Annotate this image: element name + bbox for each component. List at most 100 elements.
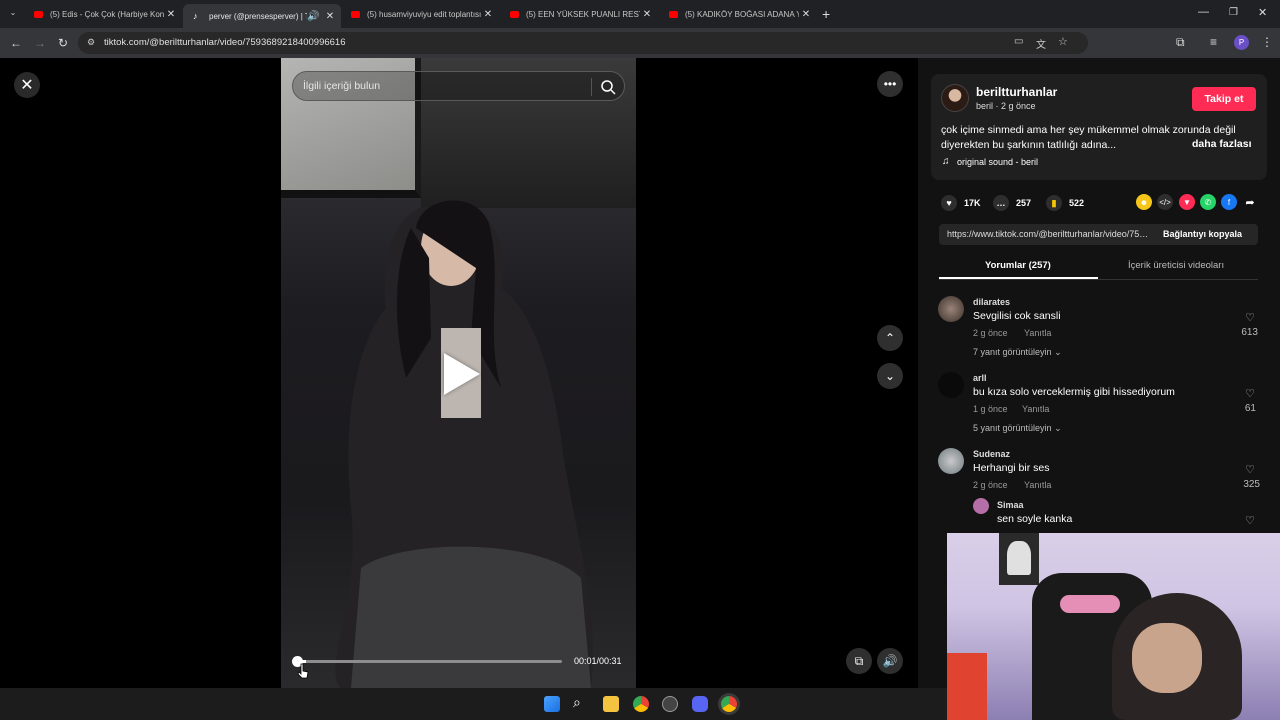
new-tab-button[interactable]: + [822, 6, 830, 22]
close-icon[interactable]: ✕ [799, 9, 813, 20]
bookmark-star-icon[interactable]: ☆ [1058, 35, 1068, 48]
windows-start-icon[interactable] [544, 696, 560, 712]
more-link[interactable]: daha fazlası [1192, 138, 1252, 150]
tab-title: (5) EEN YÜKSEK PUANLI RESTORAN [526, 9, 640, 19]
tab-search-icon[interactable]: ⌄ [6, 8, 20, 20]
creator-username[interactable]: beriltturhanlar [976, 85, 1057, 99]
tab-3[interactable]: (5) husamviyuviyu edit toplantısı ✕ [341, 4, 499, 24]
site-info-icon[interactable]: ⚙ [87, 37, 95, 48]
share-link-url[interactable]: https://www.tiktok.com/@beriltturhanlar/… [947, 229, 1151, 239]
comment-icon: … [993, 195, 1009, 211]
chrome-active-icon[interactable] [721, 696, 737, 712]
close-icon[interactable]: ✕ [640, 9, 654, 20]
like-stat[interactable]: ♥ 17K [941, 195, 981, 211]
extensions-icon[interactable]: ⧉ [1176, 35, 1185, 50]
chrome-icon[interactable] [633, 696, 649, 712]
streamer [1112, 593, 1242, 720]
back-icon[interactable]: ← [10, 36, 22, 50]
facebook-icon[interactable]: f [1221, 194, 1237, 210]
heart-icon[interactable]: ♡ [1238, 463, 1262, 476]
browser-tab-bar: ⌄ (5) Edis - Çok Çok (Harbiye Konseri) ✕… [0, 0, 1280, 28]
share-friends-icon[interactable]: ☻ [1136, 194, 1152, 210]
browser-toolbar: ← → ↻ ⚙ tiktok.com/@beriltturhanlar/vide… [0, 28, 1280, 58]
progress-bar[interactable] [298, 660, 562, 663]
tab-title: (5) husamviyuviyu edit toplantısı [367, 9, 481, 19]
tab-1[interactable]: (5) Edis - Çok Çok (Harbiye Konseri) ✕ [24, 4, 182, 24]
profile-avatar[interactable]: P [1234, 35, 1249, 50]
video-time: 00:01/00:31 [574, 656, 622, 666]
tab-creator-videos[interactable]: İçerik üreticisi videoları [1128, 260, 1224, 271]
view-replies-button[interactable]: 5 yanıt görüntüleyin ⌄ [973, 423, 1062, 434]
view-replies-button[interactable]: 7 yanıt görüntüleyin ⌄ [973, 347, 1062, 358]
comment-time: 2 g önce [973, 328, 1008, 338]
next-video-button[interactable]: ⌄ [877, 363, 903, 389]
discord-icon[interactable] [692, 696, 708, 712]
heart-icon: ♥ [941, 195, 957, 211]
heart-icon[interactable]: ♡ [1238, 311, 1262, 324]
comment-username[interactable]: dilarates [973, 297, 1010, 307]
window-close-button[interactable]: ✕ [1258, 6, 1267, 19]
follow-button[interactable]: Takip et [1192, 87, 1256, 111]
close-icon[interactable]: ✕ [481, 9, 495, 20]
avatar[interactable] [938, 296, 964, 322]
tab-title: (5) Edis - Çok Çok (Harbiye Konseri) [50, 9, 164, 19]
close-icon[interactable]: ✕ [164, 9, 178, 20]
reload-icon[interactable]: ↻ [58, 36, 68, 50]
video-search-box[interactable] [292, 71, 625, 101]
tab-comments[interactable]: Yorumlar (257) [985, 260, 1051, 271]
tab-5[interactable]: (5) KADIKÖY BOĞASI ADANA YİYOR ✕ [659, 4, 817, 24]
tab-4[interactable]: (5) EEN YÜKSEK PUANLI RESTORAN ✕ [500, 4, 658, 24]
file-explorer-icon[interactable] [603, 696, 619, 712]
reply-button[interactable]: Yanıtla [1024, 480, 1051, 490]
copy-link-button[interactable]: Bağlantıyı kopyala [1163, 229, 1242, 239]
comment-username[interactable]: Sudenaz [973, 449, 1010, 459]
avatar[interactable] [938, 448, 964, 474]
tab-2[interactable]: ♪ perver (@prensesperver) | TikTok 🔊 ✕ [183, 4, 341, 28]
repost-icon[interactable]: ▼ [1179, 194, 1195, 210]
close-video-button[interactable]: ✕ [14, 72, 40, 98]
comment-time: 1 g önce [973, 404, 1008, 414]
view-replies-label: 5 yanıt görüntüleyin [973, 423, 1052, 433]
menu-icon[interactable]: ⋮ [1261, 35, 1273, 49]
heart-icon[interactable]: ♡ [1238, 514, 1262, 527]
reply-button[interactable]: Yanıtla [1022, 404, 1049, 414]
search-icon[interactable]: ⌕ [573, 694, 581, 711]
comment-text: Herhangi bir ses [973, 462, 1050, 474]
sound-link[interactable]: original sound - beril [957, 157, 1038, 167]
close-icon[interactable]: ✕ [323, 11, 337, 22]
picture-in-picture-button[interactable]: ⧉ [846, 648, 872, 674]
search-icon[interactable] [600, 79, 616, 95]
creator-meta: beril · 2 g önce [976, 101, 1036, 111]
reply-button[interactable]: Yanıtla [1024, 328, 1051, 338]
cast-icon[interactable]: ▭ [1014, 36, 1023, 47]
more-options-button[interactable]: ••• [877, 71, 903, 97]
address-bar[interactable]: ⚙ tiktok.com/@beriltturhanlar/video/7593… [78, 32, 1088, 54]
comment-text: Sevgilisi cok sansli [973, 310, 1061, 322]
share-arrow-icon[interactable]: ➦ [1242, 194, 1258, 210]
url-text[interactable]: tiktok.com/@beriltturhanlar/video/759368… [104, 37, 346, 48]
previous-video-button[interactable]: ⌃ [877, 325, 903, 351]
avatar[interactable] [973, 498, 989, 514]
embed-icon[interactable]: </> [1157, 194, 1173, 210]
comment-like-count: 613 [1241, 327, 1258, 338]
volume-button[interactable]: 🔊 [877, 648, 903, 674]
minimize-button[interactable]: — [1198, 6, 1209, 18]
comment-count: 257 [1016, 198, 1032, 208]
restore-button[interactable]: ❐ [1229, 7, 1238, 18]
whatsapp-icon[interactable]: ✆ [1200, 194, 1216, 210]
heart-icon[interactable]: ♡ [1238, 387, 1262, 400]
save-stat[interactable]: ▮ 522 [1046, 195, 1084, 211]
app-icon[interactable] [662, 696, 678, 712]
reading-list-icon[interactable]: ≡ [1210, 35, 1217, 49]
reply-username[interactable]: Simaa [997, 500, 1024, 510]
forward-icon[interactable]: → [34, 36, 46, 50]
comment-username[interactable]: arll [973, 373, 987, 383]
youtube-icon [510, 10, 519, 18]
play-icon[interactable] [444, 353, 480, 395]
avatar[interactable] [938, 372, 964, 398]
comment-stat[interactable]: … 257 [993, 195, 1031, 211]
speaker-icon[interactable]: 🔊 [307, 11, 319, 22]
translate-icon[interactable]: 文 [1036, 36, 1046, 51]
search-input[interactable] [303, 80, 583, 92]
avatar[interactable] [941, 84, 969, 112]
